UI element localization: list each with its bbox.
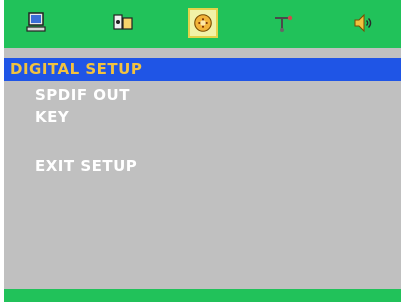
- section-title-bar: DIGITAL SETUP: [4, 58, 401, 81]
- audio-video-icon: [113, 14, 133, 30]
- tab-volume-setup[interactable]: [348, 8, 378, 38]
- bottom-status-bar: [4, 289, 401, 302]
- digital-setup-icon: [194, 14, 212, 32]
- computer-monitor-icon: [26, 12, 46, 32]
- menu-item-key[interactable]: KEY: [35, 108, 69, 126]
- tab-audio-setup[interactable]: [108, 8, 138, 38]
- tab-bar: [4, 0, 401, 48]
- tab-digital-setup[interactable]: [188, 8, 218, 38]
- speaker-volume-icon: [354, 13, 372, 33]
- tab-speaker-setup[interactable]: [269, 8, 299, 38]
- speaker-setup-icon: [275, 15, 293, 32]
- exit-setup-item[interactable]: EXIT SETUP: [35, 157, 137, 175]
- menu-item-spdif-out[interactable]: SPDIF OUT: [35, 86, 130, 104]
- setup-screen: DIGITAL SETUP SPDIF OUT KEY EXIT SETUP: [4, 0, 401, 302]
- page-title: DIGITAL SETUP: [10, 60, 143, 78]
- tab-general-setup[interactable]: [22, 8, 52, 38]
